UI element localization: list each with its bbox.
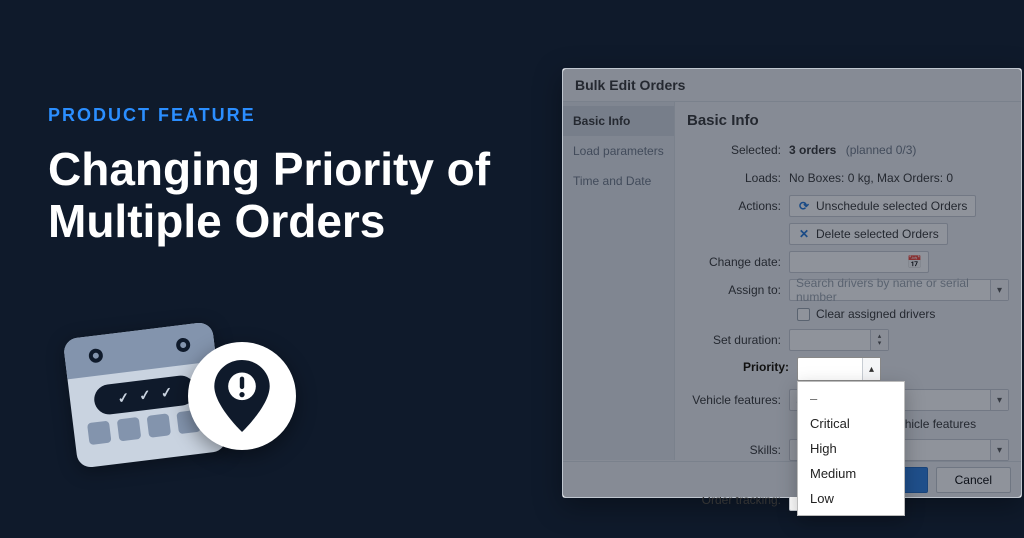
priority-dropdown-menu: – Critical High Medium Low [797, 381, 905, 516]
section-heading: Basic Info [687, 112, 1009, 129]
delete-button[interactable]: ✕ Delete selected Orders [789, 223, 948, 245]
calendar-field-icon: 📅 [907, 255, 922, 269]
chevron-down-icon[interactable]: ▾ [990, 280, 1008, 300]
vehicle-features-label: Vehicle features: [687, 393, 789, 407]
priority-option-high[interactable]: High [798, 436, 904, 461]
stepper-buttons[interactable]: ▴▾ [870, 330, 888, 350]
hero-eyebrow: PRODUCT FEATURE [48, 105, 528, 126]
bulk-edit-window: Bulk Edit Orders Basic Info Load paramet… [562, 68, 1022, 498]
priority-option-critical[interactable]: Critical [798, 411, 904, 436]
chevron-down-icon[interactable]: ▾ [990, 390, 1008, 410]
window-footer: Save Cancel [563, 461, 1021, 497]
change-date-label: Change date: [687, 255, 789, 269]
assign-to-field[interactable]: Search drivers by name or serial number … [789, 279, 1009, 301]
assign-to-label: Assign to: [687, 283, 789, 297]
clear-assigned-label: Clear assigned drivers [816, 307, 935, 321]
set-duration-stepper[interactable]: ▴▾ [789, 329, 889, 351]
hero-headline: Changing Priority of Multiple Orders [48, 144, 528, 247]
selected-label: Selected: [687, 143, 789, 157]
priority-select[interactable]: ▴ [797, 357, 881, 381]
sidebar-item-label: Time and Date [573, 174, 651, 188]
button-label: Unschedule selected Orders [816, 199, 967, 213]
clear-assigned-checkbox[interactable] [797, 308, 810, 321]
unschedule-button[interactable]: ⟳ Unschedule selected Orders [789, 195, 976, 217]
loads-value: No Boxes: 0 kg, Max Orders: 0 [789, 171, 953, 185]
main-panel: Basic Info Selected: 3 orders (planned 0… [675, 102, 1021, 460]
chevron-up-icon[interactable]: ▴ [862, 358, 880, 380]
sidebar-item-time-and-date[interactable]: Time and Date [563, 166, 674, 196]
sidebar: Basic Info Load parameters Time and Date [563, 102, 675, 460]
pin-alert-icon [188, 342, 296, 450]
loads-label: Loads: [687, 171, 789, 185]
window-title: Bulk Edit Orders [563, 69, 1021, 102]
selected-planned: (planned 0/3) [846, 143, 917, 157]
cancel-button[interactable]: Cancel [936, 467, 1011, 493]
assign-to-placeholder: Search drivers by name or serial number [796, 276, 1002, 304]
priority-option-low[interactable]: Low [798, 486, 904, 511]
actions-label: Actions: [687, 199, 789, 213]
priority-option-none[interactable]: – [798, 386, 904, 411]
set-duration-label: Set duration: [687, 333, 789, 347]
change-date-field[interactable]: 📅 [789, 251, 929, 273]
priority-label: Priority: [743, 360, 789, 374]
sidebar-item-load-parameters[interactable]: Load parameters [563, 136, 674, 166]
button-label: Delete selected Orders [816, 227, 939, 241]
refresh-icon: ⟳ [798, 200, 810, 212]
chevron-down-icon[interactable]: ▾ [990, 440, 1008, 460]
sidebar-item-label: Basic Info [573, 114, 630, 128]
close-icon: ✕ [798, 228, 810, 240]
selected-value: 3 orders [789, 143, 836, 157]
sidebar-item-label: Load parameters [573, 144, 664, 158]
hero-copy: PRODUCT FEATURE Changing Priority of Mul… [48, 105, 528, 247]
skills-label: Skills: [687, 443, 789, 457]
priority-option-medium[interactable]: Medium [798, 461, 904, 486]
sidebar-item-basic-info[interactable]: Basic Info [563, 106, 674, 136]
